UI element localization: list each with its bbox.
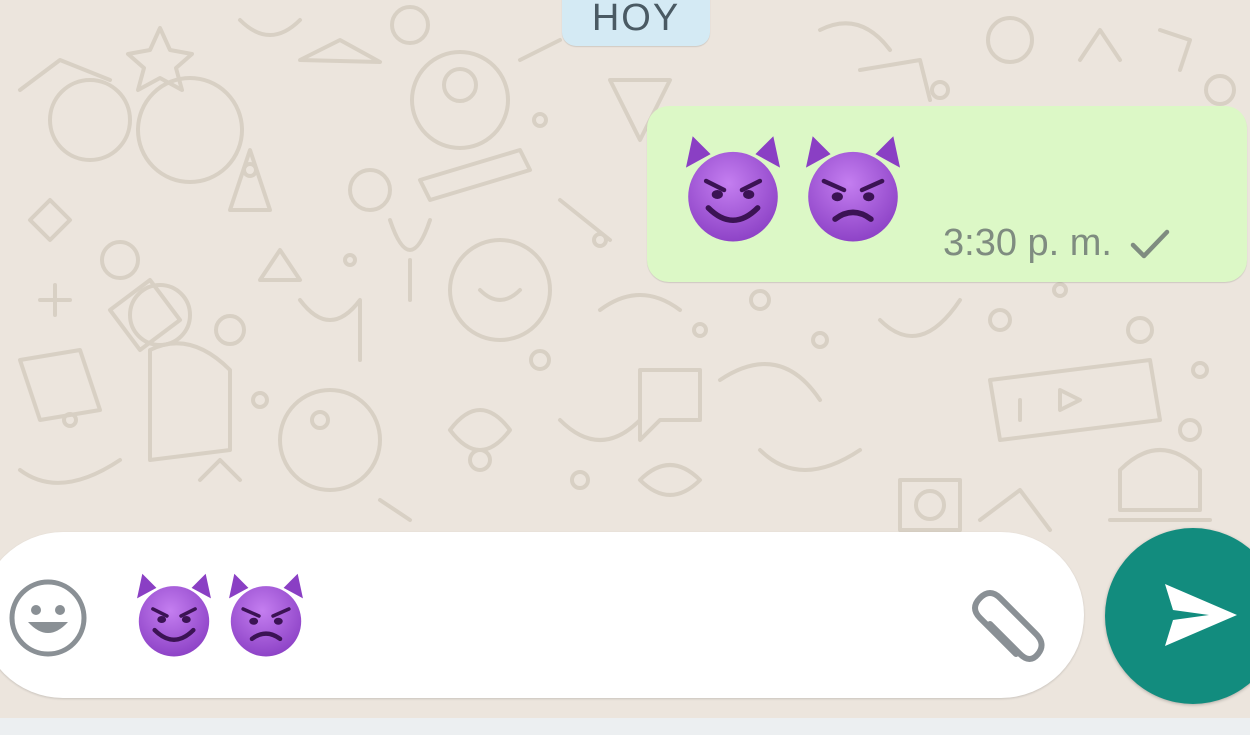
message-emojis [677, 134, 909, 246]
message-meta: 3:30 p. m. [943, 222, 1170, 265]
angry-face-with-horns-emoji [805, 136, 901, 242]
bottom-strip [0, 718, 1250, 735]
send-arrow-icon [1165, 584, 1237, 646]
single-check-icon [1130, 229, 1170, 258]
outgoing-message-bubble[interactable]: 3:30 p. m. [647, 106, 1247, 282]
paperclip-icon[interactable] [960, 584, 1052, 676]
message-time: 3:30 p. m. [943, 222, 1112, 264]
smiling-face-with-horns-emoji [137, 573, 211, 657]
smiley-icon[interactable] [8, 578, 88, 658]
date-chip: HOY [562, 0, 710, 46]
date-chip-label: HOY [591, 0, 681, 39]
angry-face-with-horns-emoji [229, 573, 303, 657]
smiling-face-with-horns-emoji [685, 136, 781, 242]
message-input[interactable] [130, 572, 310, 660]
message-composer [0, 532, 1084, 698]
